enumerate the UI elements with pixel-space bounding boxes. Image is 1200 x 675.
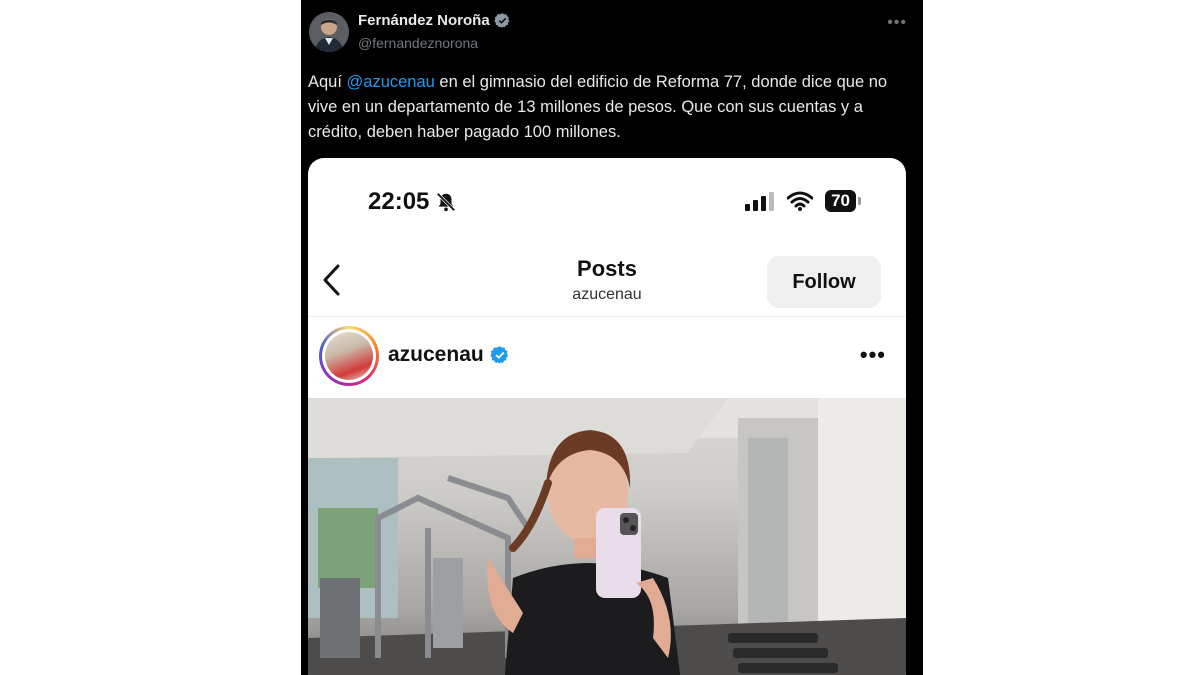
tweet-text: Aquí @azucenau en el gimnasio del edific…	[308, 70, 908, 145]
author-display-name[interactable]: Fernández Noroña	[358, 12, 490, 29]
author-avatar[interactable]	[309, 12, 349, 52]
ig-username-row[interactable]: azucenau	[388, 343, 510, 367]
tweet-media-image[interactable]: 22:05 70 Posts azucenau Follow azucenau …	[308, 158, 906, 675]
header-divider	[308, 316, 906, 317]
ig-username[interactable]: azucenau	[388, 343, 484, 367]
tweet-text-start: Aquí	[308, 73, 347, 91]
author-handle[interactable]: @fernandeznorona	[358, 35, 478, 51]
author-avatar-image	[309, 12, 349, 52]
battery-indicator: 70	[825, 190, 861, 212]
cellular-signal-icon	[745, 192, 775, 211]
gym-scene-illustration	[308, 398, 906, 675]
status-bar-time-row: 22:05	[368, 188, 457, 216]
bell-muted-icon	[437, 192, 456, 212]
verified-badge-icon	[493, 13, 510, 28]
gym-selfie-photo	[308, 398, 906, 675]
ig-more-options-icon[interactable]: •••	[860, 342, 886, 368]
ig-profile-avatar[interactable]	[319, 326, 379, 386]
more-horizontal-icon[interactable]: •••	[887, 14, 907, 32]
ig-avatar-photo	[325, 332, 373, 380]
follow-button[interactable]: Follow	[767, 256, 881, 308]
status-time: 22:05	[368, 188, 430, 215]
tweet-card: Fernández Noroña @fernandeznorona ••• Aq…	[301, 0, 923, 675]
status-bar-indicators: 70	[745, 190, 861, 212]
ig-verified-badge-icon	[490, 346, 508, 364]
mention-link[interactable]: @azucenau	[347, 73, 435, 91]
author-name-row[interactable]: Fernández Noroña	[358, 12, 511, 29]
wifi-icon	[787, 191, 814, 211]
